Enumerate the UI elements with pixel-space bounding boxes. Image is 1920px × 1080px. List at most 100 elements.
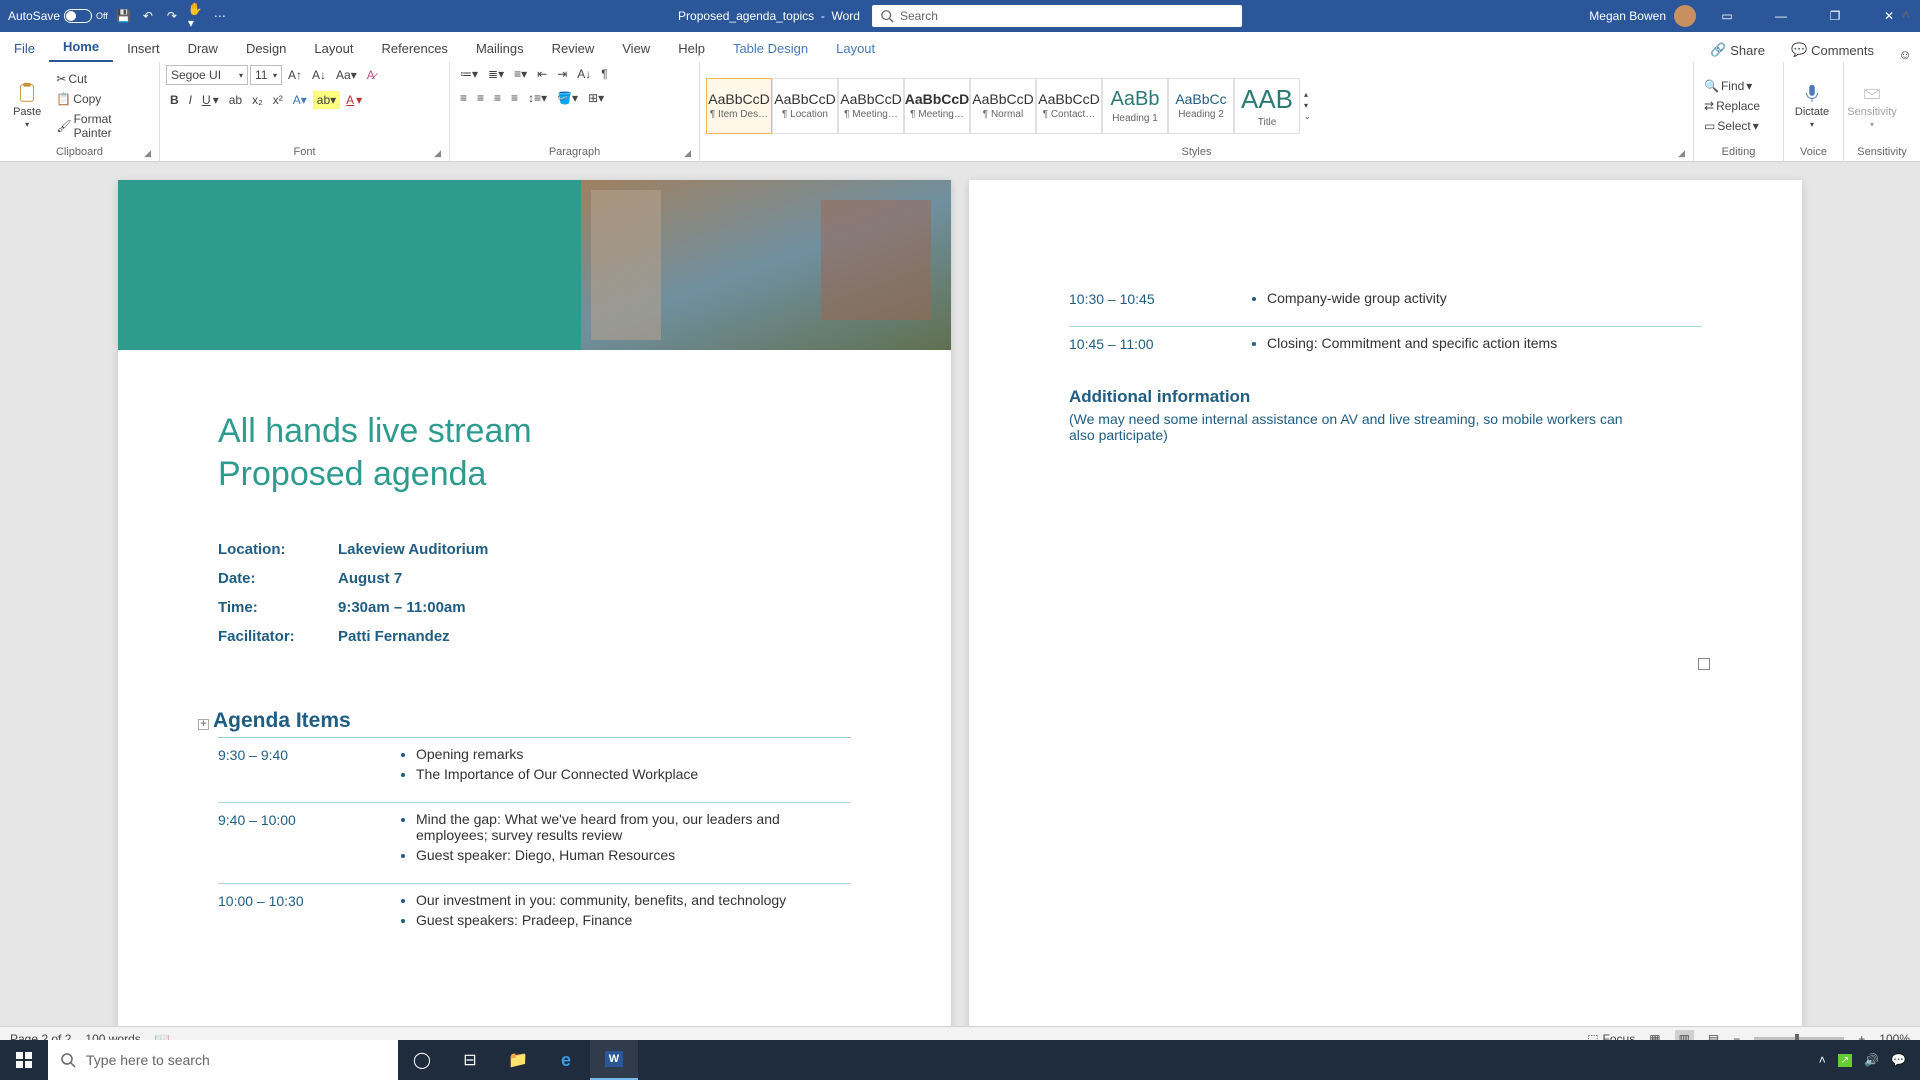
sensitivity-button[interactable]: Sensitivity▾ <box>1850 82 1894 129</box>
tab-table-layout[interactable]: Layout <box>822 41 889 62</box>
collapse-ribbon-icon[interactable]: ˄ <box>1902 6 1910 22</box>
cut-button[interactable]: ✂ Cut <box>52 70 91 88</box>
ribbon-display-icon[interactable]: ▭ <box>1704 0 1750 32</box>
document-area[interactable]: All hands live stream Proposed agenda Lo… <box>0 162 1920 1046</box>
touch-mode-icon[interactable]: ✋▾ <box>188 8 204 24</box>
table-anchor-icon[interactable]: + <box>198 719 209 730</box>
document-title[interactable]: All hands live stream Proposed agenda <box>118 350 951 495</box>
grow-font-icon[interactable]: A↑ <box>284 66 306 84</box>
strike-button[interactable]: ab <box>225 91 246 109</box>
styles-launcher-icon[interactable]: ◢ <box>1678 148 1685 159</box>
maximize-icon[interactable]: ❐ <box>1812 0 1858 32</box>
tray-chevron-icon[interactable]: ˄ <box>1819 1053 1826 1067</box>
select-button[interactable]: ▭ Select ▾ <box>1700 117 1763 135</box>
additional-info[interactable]: Additional information (We may need some… <box>969 353 1802 443</box>
tab-home[interactable]: Home <box>49 39 113 62</box>
tab-insert[interactable]: Insert <box>113 41 174 62</box>
agenda-row[interactable]: 10:00 – 10:30 Our investment in you: com… <box>118 884 951 930</box>
page-2[interactable]: 10:30 – 10:45 Company-wide group activit… <box>969 180 1802 1046</box>
copy-button[interactable]: 📋 Copy <box>52 90 105 108</box>
tab-table-design[interactable]: Table Design <box>719 41 822 62</box>
agenda-row[interactable]: 9:40 – 10:00 Mind the gap: What we've he… <box>118 803 951 865</box>
text-effects-icon[interactable]: A▾ <box>289 91 311 109</box>
agenda-header[interactable]: + Agenda Items <box>118 651 951 737</box>
subscript-button[interactable]: x₂ <box>248 91 267 109</box>
style-location[interactable]: AaBbCcD¶ Location <box>772 78 838 134</box>
shrink-font-icon[interactable]: A↓ <box>308 66 330 84</box>
find-button[interactable]: 🔍 Find ▾ <box>1700 77 1756 95</box>
font-color-icon[interactable]: A▾ <box>342 91 366 109</box>
feedback-icon[interactable]: ☺ <box>1890 47 1920 62</box>
dictate-button[interactable]: Dictate▾ <box>1790 82 1834 129</box>
user-name[interactable]: Megan Bowen <box>1589 9 1666 23</box>
show-marks-icon[interactable]: ¶ <box>597 65 611 83</box>
file-tab[interactable]: File <box>0 41 49 62</box>
taskbar-search[interactable]: Type here to search <box>48 1040 398 1080</box>
agenda-row[interactable]: 10:30 – 10:45 Company-wide group activit… <box>969 180 1802 308</box>
style-meeting2[interactable]: AaBbCcD¶ Meeting… <box>904 78 970 134</box>
tab-mailings[interactable]: Mailings <box>462 41 538 62</box>
highlight-icon[interactable]: ab▾ <box>313 91 340 109</box>
start-button[interactable] <box>0 1040 48 1080</box>
superscript-button[interactable]: x² <box>269 91 287 109</box>
style-title[interactable]: AABTitle <box>1234 78 1300 134</box>
task-view-icon[interactable]: ⊟ <box>446 1040 494 1080</box>
dec-indent-icon[interactable]: ⇤ <box>533 65 551 83</box>
clear-format-icon[interactable]: A̷ <box>363 66 379 84</box>
table-resize-icon[interactable] <box>1698 658 1710 670</box>
action-center-icon[interactable]: 💬 <box>1891 1053 1906 1067</box>
save-icon[interactable]: 💾 <box>116 8 132 24</box>
minimize-icon[interactable]: — <box>1758 0 1804 32</box>
undo-icon[interactable]: ↶ <box>140 8 156 24</box>
tab-review[interactable]: Review <box>538 41 609 62</box>
font-launcher-icon[interactable]: ◢ <box>434 148 441 159</box>
font-name-combo[interactable]: Segoe UI▾ <box>166 65 248 85</box>
cortana-icon[interactable]: ◯ <box>398 1040 446 1080</box>
tab-layout[interactable]: Layout <box>300 41 367 62</box>
italic-button[interactable]: I <box>185 91 196 109</box>
align-left-icon[interactable]: ≡ <box>456 89 471 107</box>
format-painter-button[interactable]: 🖌 Format Painter <box>52 110 153 142</box>
autosave-toggle[interactable]: AutoSave Off <box>8 9 108 23</box>
tab-draw[interactable]: Draw <box>174 41 232 62</box>
style-meeting1[interactable]: AaBbCcD¶ Meeting… <box>838 78 904 134</box>
style-item-desc[interactable]: AaBbCcD¶ Item Des… <box>706 78 772 134</box>
share-button[interactable]: 🔗 Share <box>1700 38 1775 62</box>
style-normal[interactable]: AaBbCcD¶ Normal <box>970 78 1036 134</box>
file-explorer-icon[interactable]: 📁 <box>494 1040 542 1080</box>
align-right-icon[interactable]: ≡ <box>490 89 505 107</box>
bold-button[interactable]: B <box>166 91 183 109</box>
clipboard-launcher-icon[interactable]: ◢ <box>144 148 151 159</box>
paragraph-launcher-icon[interactable]: ◢ <box>684 148 691 159</box>
inc-indent-icon[interactable]: ⇥ <box>553 65 571 83</box>
agenda-row[interactable]: 10:45 – 11:00 Closing: Commitment and sp… <box>969 327 1802 353</box>
bullets-icon[interactable]: ≔▾ <box>456 65 482 83</box>
volume-icon[interactable]: 🔊 <box>1864 1053 1879 1067</box>
font-size-combo[interactable]: 11▾ <box>250 65 282 85</box>
tab-help[interactable]: Help <box>664 41 719 62</box>
meta-table[interactable]: Location:Lakeview Auditorium Date:August… <box>118 495 951 651</box>
redo-icon[interactable]: ↷ <box>164 8 180 24</box>
borders-icon[interactable]: ⊞▾ <box>584 89 608 107</box>
comments-button[interactable]: 💬 Comments <box>1781 38 1884 62</box>
tab-design[interactable]: Design <box>232 41 300 62</box>
line-spacing-icon[interactable]: ↕≡▾ <box>524 89 551 107</box>
change-case-icon[interactable]: Aa▾ <box>332 66 361 84</box>
shading-icon[interactable]: 🪣▾ <box>553 89 582 107</box>
qat-customize-icon[interactable]: ⋯ <box>212 8 228 24</box>
justify-icon[interactable]: ≡ <box>507 89 522 107</box>
sort-icon[interactable]: A↓ <box>573 65 595 83</box>
align-center-icon[interactable]: ≡ <box>473 89 488 107</box>
numbering-icon[interactable]: ≣▾ <box>484 65 508 83</box>
style-heading1[interactable]: AaBbHeading 1 <box>1102 78 1168 134</box>
tab-view[interactable]: View <box>608 41 664 62</box>
multilevel-icon[interactable]: ≡▾ <box>510 65 531 83</box>
replace-button[interactable]: ⇄ Replace <box>1700 97 1764 115</box>
style-contact[interactable]: AaBbCcD¶ Contact… <box>1036 78 1102 134</box>
avatar[interactable] <box>1674 5 1696 27</box>
tray-app-icon[interactable]: ↗ <box>1838 1054 1852 1067</box>
underline-button[interactable]: U▾ <box>198 91 223 109</box>
search-box[interactable]: Search <box>872 5 1242 27</box>
word-icon[interactable]: W <box>590 1040 638 1080</box>
edge-icon[interactable]: e <box>542 1040 590 1080</box>
